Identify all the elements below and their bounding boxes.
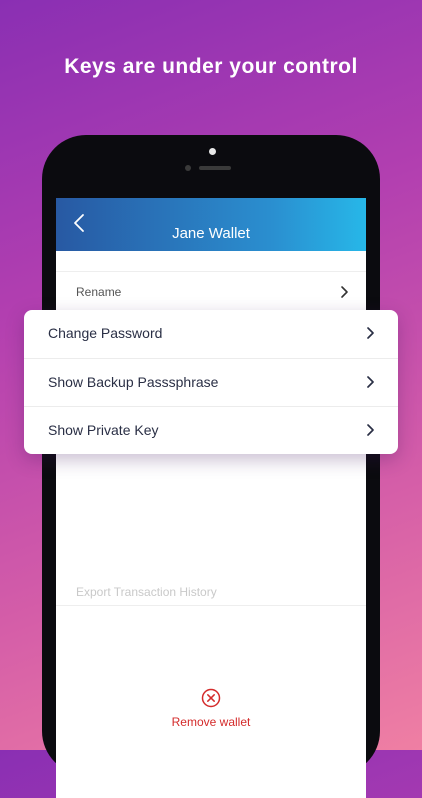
divider (56, 571, 366, 572)
chevron-right-icon (341, 286, 348, 298)
headline: Keys are under your control (64, 55, 358, 78)
phone-frame: Jane Wallet Rename Export Transaction Hi… (42, 135, 380, 798)
security-options-card: Change Password Show Backup Passsphrase … (24, 310, 398, 454)
sensor-dot (185, 165, 191, 171)
chevron-right-icon (367, 424, 374, 436)
wallet-title: Jane Wallet (172, 225, 250, 242)
show-private-key-item[interactable]: Show Private Key (24, 406, 398, 455)
camera-dot (209, 148, 216, 155)
remove-wallet-button[interactable]: Remove wallet (56, 715, 366, 729)
remove-circle-icon[interactable] (201, 688, 221, 708)
show-backup-passphrase-item[interactable]: Show Backup Passsphrase (24, 358, 398, 407)
nav-bar: Jane Wallet (56, 198, 366, 251)
earpiece-speaker (199, 166, 231, 170)
wallet-screen: Jane Wallet Rename Export Transaction Hi… (56, 198, 366, 798)
show-private-key-label: Show Private Key (48, 422, 159, 438)
rename-row[interactable]: Rename (56, 271, 366, 312)
chevron-right-icon (367, 376, 374, 388)
divider (56, 605, 366, 607)
rename-label: Rename (76, 285, 122, 299)
change-password-label: Change Password (48, 325, 163, 341)
chevron-right-icon (367, 327, 374, 339)
change-password-item[interactable]: Change Password (24, 310, 398, 358)
export-history-label: Export Transaction History (76, 585, 217, 599)
show-backup-passphrase-label: Show Backup Passsphrase (48, 374, 219, 390)
